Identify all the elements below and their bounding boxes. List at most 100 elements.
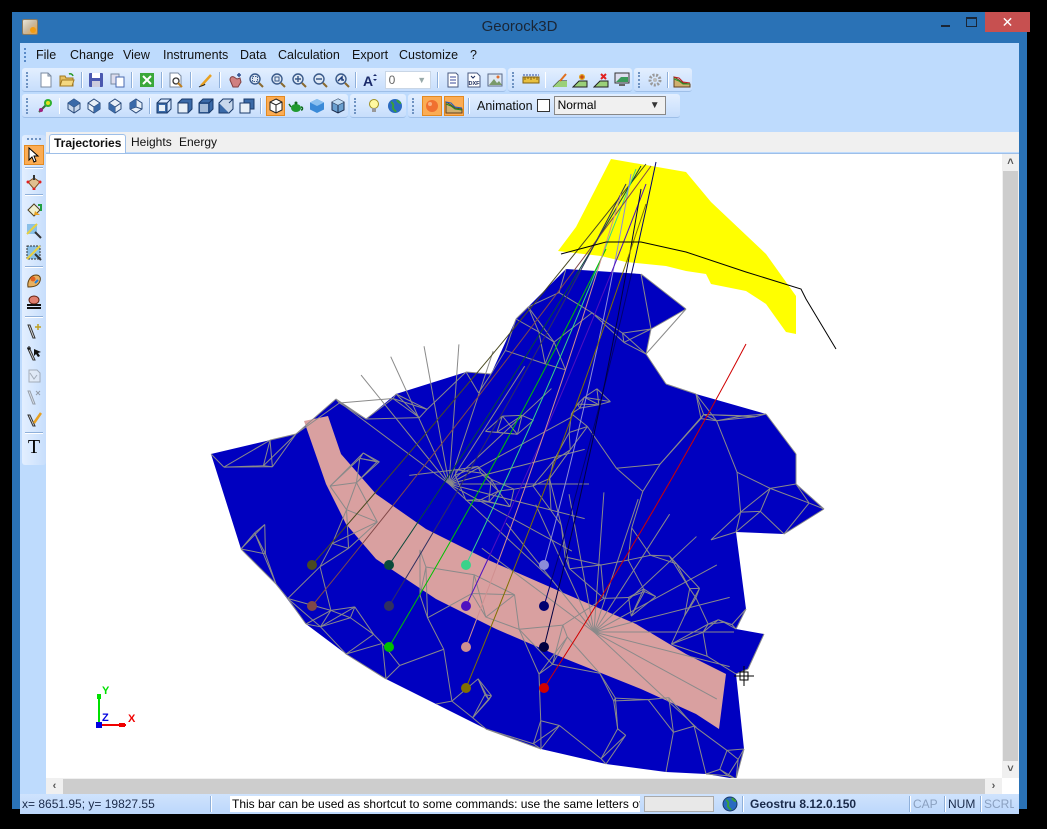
tab-trajectories[interactable]: Trajectories: [49, 134, 127, 153]
maximize-button[interactable]: [958, 12, 984, 32]
rock-marker[interactable]: [307, 560, 317, 570]
rock-marker[interactable]: [539, 560, 549, 570]
font-size-button[interactable]: A: [361, 70, 380, 90]
copy-button[interactable]: [108, 70, 127, 90]
zoom-in-button[interactable]: [289, 70, 308, 90]
tab-heights[interactable]: Heights: [127, 134, 176, 152]
zoom-previous-button[interactable]: [332, 70, 351, 90]
zoom-window-button[interactable]: [268, 70, 287, 90]
light-button[interactable]: [364, 96, 384, 116]
menu-instruments[interactable]: Instruments: [163, 48, 228, 62]
wireframe-4-button[interactable]: [217, 96, 236, 116]
animation-checkbox[interactable]: [536, 99, 550, 112]
add-profile-button[interactable]: [571, 70, 590, 90]
tab-energy[interactable]: Energy: [175, 134, 221, 152]
animation-speed-select[interactable]: Normal ▼: [553, 96, 666, 115]
close-button[interactable]: ✕: [985, 12, 1030, 32]
ruler-button[interactable]: [522, 70, 541, 90]
menu-export[interactable]: Export: [352, 48, 388, 62]
edit-line-button[interactable]: [24, 409, 44, 429]
menu-help[interactable]: ?: [470, 48, 477, 62]
toolbar-grip[interactable]: [638, 71, 641, 88]
pointer-button[interactable]: [24, 145, 44, 165]
select-line-button[interactable]: [24, 343, 44, 363]
pan-button[interactable]: [225, 70, 244, 90]
scroll-down-icon[interactable]: ˅: [1002, 761, 1019, 778]
draw-button[interactable]: [196, 70, 215, 90]
scroll-right-icon[interactable]: ›: [985, 778, 1002, 795]
rock-marker[interactable]: [384, 642, 394, 652]
export-image-button[interactable]: [486, 70, 505, 90]
rock-marker[interactable]: [461, 601, 471, 611]
rock-marker[interactable]: [461, 560, 471, 570]
disabled-map-button[interactable]: [24, 365, 44, 385]
wireframe-2-button[interactable]: [176, 96, 195, 116]
font-size-select[interactable]: 0 ▼: [384, 70, 432, 89]
scroll-up-icon[interactable]: ˄: [1002, 154, 1019, 171]
toolbar-grip[interactable]: [354, 97, 358, 114]
magnify-select-button[interactable]: [24, 243, 44, 263]
cube-outline-button[interactable]: [266, 95, 286, 116]
rock-marker[interactable]: [384, 601, 394, 611]
shaded-cube-button[interactable]: [328, 96, 347, 116]
point-grid-button[interactable]: [24, 172, 44, 192]
rock-marker[interactable]: [461, 642, 471, 652]
wireframe-1-button[interactable]: [155, 96, 174, 116]
toolbar-grip[interactable]: [27, 138, 41, 140]
save-button[interactable]: [87, 70, 106, 90]
zoom-out-button[interactable]: [311, 70, 330, 90]
view-back-button[interactable]: [126, 96, 145, 116]
rock-marker[interactable]: [539, 683, 549, 693]
rock-marker[interactable]: [384, 560, 394, 570]
toolbar-grip[interactable]: [26, 71, 30, 88]
report-button[interactable]: [443, 70, 462, 90]
print-preview-button[interactable]: [167, 70, 186, 90]
view-top-button[interactable]: [64, 96, 83, 116]
sphere-button[interactable]: [422, 95, 442, 116]
barrier-button[interactable]: [24, 293, 44, 313]
wireframe-3-button[interactable]: [196, 96, 215, 116]
view-profile-button[interactable]: [612, 70, 631, 90]
toolbar-grip[interactable]: [26, 97, 30, 114]
viewport-3d[interactable]: Y X Z ˄ ˅ ‹ ›: [46, 153, 1019, 795]
slope-trajectory-button[interactable]: [444, 95, 464, 116]
rock-marker[interactable]: [307, 601, 317, 611]
menubar-grip[interactable]: [24, 48, 28, 62]
scroll-left-icon[interactable]: ‹: [46, 778, 63, 795]
slope-chart-button[interactable]: [673, 70, 691, 90]
new-file-button[interactable]: [36, 70, 55, 90]
view-front-button[interactable]: [85, 96, 104, 116]
horizontal-scrollbar[interactable]: ‹ ›: [46, 778, 1002, 795]
menu-calculation[interactable]: Calculation: [278, 48, 340, 62]
menu-change[interactable]: Change: [70, 48, 114, 62]
rock-marker[interactable]: [539, 601, 549, 611]
minimize-button[interactable]: [932, 12, 958, 32]
wireframe-5-button[interactable]: [238, 96, 257, 116]
delete-profile-button[interactable]: [592, 70, 611, 90]
menu-data[interactable]: Data: [240, 48, 266, 62]
horizontal-scroll-track[interactable]: [63, 779, 985, 794]
rock-marker[interactable]: [461, 683, 471, 693]
vertical-scroll-track[interactable]: [1003, 171, 1018, 761]
export-dxf-button[interactable]: DXF: [464, 70, 483, 90]
fill-button[interactable]: [24, 199, 44, 219]
vertical-scrollbar[interactable]: ˄ ˅: [1002, 154, 1019, 778]
menu-file[interactable]: File: [36, 48, 56, 62]
run-button[interactable]: [36, 96, 55, 116]
rock-marker[interactable]: [539, 642, 549, 652]
rock-fall-button[interactable]: [24, 271, 44, 291]
globe-button[interactable]: [385, 96, 405, 116]
open-button[interactable]: [57, 70, 76, 90]
view-side-button[interactable]: [106, 96, 125, 116]
terrain-scene[interactable]: Y X Z: [46, 154, 1002, 778]
command-hint-bar[interactable]: This bar can be used as shortcut to some…: [230, 796, 640, 812]
add-line-button[interactable]: [24, 321, 44, 341]
export-excel-button[interactable]: [137, 70, 156, 90]
toolbar-grip[interactable]: [412, 97, 416, 114]
toolbar-grip[interactable]: [512, 71, 516, 88]
solid-cube-button[interactable]: [308, 96, 327, 116]
magnify-map-button[interactable]: [24, 221, 44, 241]
edit-profile-button[interactable]: [550, 70, 569, 90]
teapot-button[interactable]: [287, 96, 306, 116]
menu-customize[interactable]: Customize: [399, 48, 458, 62]
